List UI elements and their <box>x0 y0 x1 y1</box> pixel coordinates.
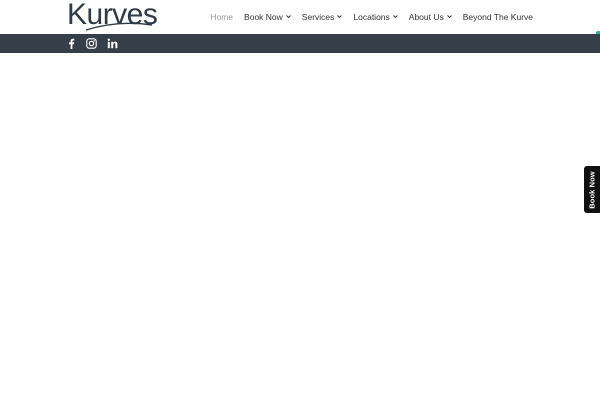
facebook-icon[interactable] <box>66 38 77 49</box>
nav-item-book-now[interactable]: Book Now <box>244 0 291 34</box>
nav-item-home[interactable]: Home <box>210 0 233 34</box>
chevron-down-icon <box>446 14 452 19</box>
book-now-side-tab-label: Book Now <box>587 170 597 209</box>
site-header: Kurves Home Book Now Services Locations … <box>0 0 600 34</box>
book-now-side-tab[interactable]: Book Now <box>584 166 600 213</box>
nav-item-services[interactable]: Services <box>302 0 343 34</box>
nav-item-about-us[interactable]: About Us <box>409 0 452 34</box>
nav-item-book-now-label: Book Now <box>244 12 283 22</box>
nav-item-beyond-the-kurve-label: Beyond The Kurve <box>462 12 533 22</box>
social-bar <box>0 34 600 53</box>
nav-item-locations-label: Locations <box>353 12 390 22</box>
chevron-down-icon <box>337 14 343 19</box>
chevron-down-icon <box>285 14 291 19</box>
nav-item-services-label: Services <box>301 12 335 22</box>
instagram-icon[interactable] <box>86 38 97 49</box>
main-nav: Home Book Now Services Locations About U… <box>210 0 533 34</box>
chevron-down-icon <box>392 14 398 19</box>
page: Kurves Home Book Now Services Locations … <box>0 0 600 400</box>
nav-item-locations[interactable]: Locations <box>353 0 398 34</box>
nav-item-beyond-the-kurve[interactable]: Beyond The Kurve <box>463 0 533 34</box>
nav-item-home-label: Home <box>210 12 234 22</box>
linkedin-icon[interactable] <box>107 38 118 49</box>
nav-item-about-us-label: About Us <box>408 12 444 22</box>
site-logo[interactable]: Kurves <box>67 0 158 33</box>
